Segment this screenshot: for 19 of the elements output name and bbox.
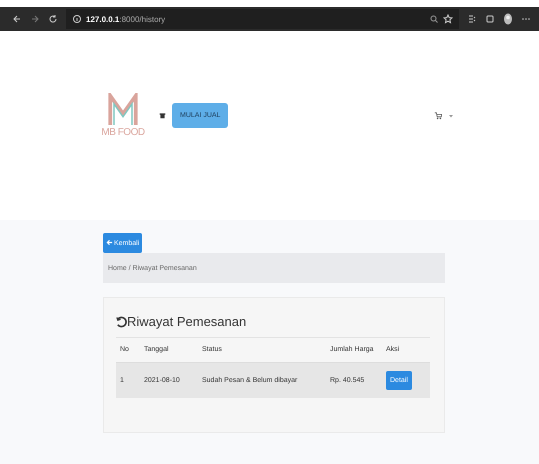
cart-icon[interactable] [434,112,442,120]
history-icon [116,316,127,328]
forward-icon[interactable] [30,14,40,24]
favorites-icon[interactable] [467,14,477,24]
back-icon[interactable] [12,14,22,24]
letter-m-icon [108,93,138,127]
info-icon [72,14,82,24]
logo-text: MB FOOD [101,127,145,138]
star-icon[interactable] [443,14,453,24]
arrow-left-icon [106,239,113,246]
address-bar[interactable]: 127.0.0.1:8000/history [66,9,459,29]
collections-icon[interactable] [485,14,495,24]
caret-icon[interactable] [448,112,454,118]
avatar-icon[interactable] [503,13,513,25]
url-path: :8000/history [119,14,166,24]
zoom-icon[interactable] [429,14,439,24]
card-title: Riwayat Pemesanan [127,314,246,329]
url-host: 127.0.0.1 [86,14,120,24]
refresh-icon[interactable] [48,14,58,24]
